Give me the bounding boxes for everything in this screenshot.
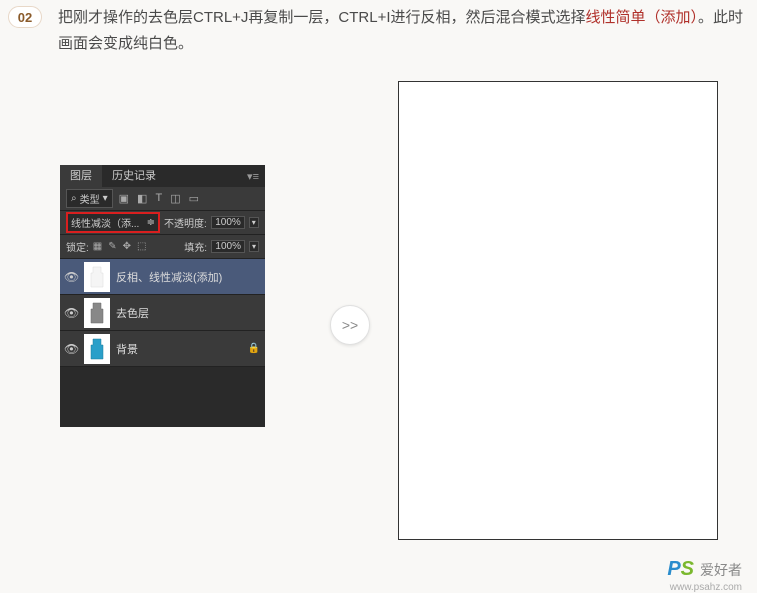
lock-position-icon[interactable]: ✥ xyxy=(123,241,131,252)
filter-smart-icon[interactable]: ▭ xyxy=(189,192,199,205)
filter-row: ⌕ 类型 ▾ ▣ ◧ T ◫ ▭ xyxy=(60,187,265,211)
step-badge: 02 xyxy=(8,6,42,28)
lock-row: 锁定: ▦ ✎ ✥ ⬚ 填充: 100% ▾ xyxy=(60,235,265,259)
panel-footer xyxy=(60,367,265,427)
fill-label: 填充: xyxy=(184,239,207,254)
watermark-url: www.psahz.com xyxy=(670,582,742,593)
arrow-indicator: >> xyxy=(330,305,370,345)
layer-name: 去色层 xyxy=(116,305,261,321)
layer-thumbnail xyxy=(84,298,110,328)
opacity-label: 不透明度: xyxy=(164,215,207,230)
step-number: 02 xyxy=(18,10,32,25)
layers-list: 👁 反相、线性减淡(添加) 👁 去色层 👁 背景 🔒 xyxy=(60,259,265,367)
filter-icons: ▣ ◧ T ◫ ▭ xyxy=(119,192,199,205)
layer-row[interactable]: 👁 去色层 xyxy=(60,295,265,331)
tab-layers[interactable]: 图层 xyxy=(60,165,102,187)
search-icon: ⌕ xyxy=(71,193,77,204)
filter-shape-icon[interactable]: ◫ xyxy=(170,192,180,205)
layer-name: 背景 xyxy=(116,341,241,357)
watermark-text: 爱好者 xyxy=(700,560,742,580)
layers-panel: 图层 历史记录 ▾≡ ⌕ 类型 ▾ ▣ ◧ T ◫ ▭ 线性减淡（添... ≑ … xyxy=(60,165,265,427)
layer-thumbnail xyxy=(84,334,110,364)
fill-arrow-icon[interactable]: ▾ xyxy=(249,241,259,252)
lock-icons: ▦ ✎ ✥ ⬚ xyxy=(93,241,147,252)
layer-thumbnail xyxy=(84,262,110,292)
chevron-down-icon: ▾ xyxy=(103,193,108,204)
dropdown-arrow-icon: ≑ xyxy=(147,217,155,228)
watermark: PS 爱好者 xyxy=(667,558,742,581)
lock-label: 锁定: xyxy=(66,239,89,254)
instruction-text: 把刚才操作的去色层CTRL+J再复制一层，CTRL+I进行反相，然后混合模式选择… xyxy=(58,5,745,57)
layer-row[interactable]: 👁 反相、线性减淡(添加) xyxy=(60,259,265,295)
opacity-arrow-icon[interactable]: ▾ xyxy=(249,217,259,228)
lock-icon: 🔒 xyxy=(247,343,261,354)
layer-name: 反相、线性减淡(添加) xyxy=(116,269,261,285)
panel-tabs: 图层 历史记录 ▾≡ xyxy=(60,165,265,187)
visibility-icon[interactable]: 👁 xyxy=(64,270,78,284)
filter-text-icon[interactable]: T xyxy=(155,192,162,205)
visibility-icon[interactable]: 👁 xyxy=(64,306,78,320)
visibility-icon[interactable]: 👁 xyxy=(64,342,78,356)
blend-row: 线性减淡（添... ≑ 不透明度: 100% ▾ xyxy=(60,211,265,235)
filter-pixel-icon[interactable]: ▣ xyxy=(119,192,129,205)
lock-transparent-icon[interactable]: ▦ xyxy=(93,241,102,252)
panel-menu[interactable]: ▾≡ xyxy=(247,170,265,183)
layer-row[interactable]: 👁 背景 🔒 xyxy=(60,331,265,367)
lock-all-icon[interactable]: ⬚ xyxy=(137,241,146,252)
result-canvas xyxy=(398,81,718,540)
filter-adjust-icon[interactable]: ◧ xyxy=(137,192,147,205)
tab-history[interactable]: 历史记录 xyxy=(102,165,166,187)
blend-mode-dropdown[interactable]: 线性减淡（添... ≑ xyxy=(66,212,160,233)
filter-type-dropdown[interactable]: ⌕ 类型 ▾ xyxy=(66,189,113,208)
watermark-logo: PS xyxy=(667,558,694,581)
arrow-right-icon: >> xyxy=(342,317,358,333)
lock-image-icon[interactable]: ✎ xyxy=(108,241,116,252)
fill-value[interactable]: 100% xyxy=(211,240,245,253)
opacity-value[interactable]: 100% xyxy=(211,216,245,229)
